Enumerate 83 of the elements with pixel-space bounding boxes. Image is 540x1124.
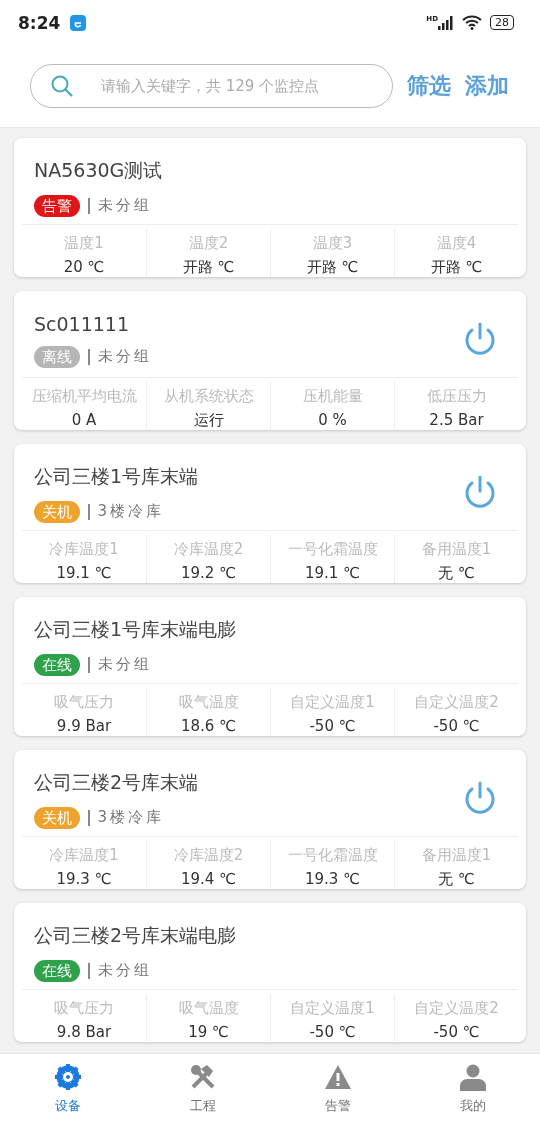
metric-label: 温度1 [64,234,104,253]
clock-time: 8:24 [18,12,61,33]
metric-value: 开路 ℃ [306,258,359,277]
device-card[interactable]: Sc011111 离线 未分组 压缩机平均电流 0 A 从机系统状态 运行 压机能量 0 % 低压压力 2.5 Bar [14,291,526,430]
metric-label: 备用温度1 [421,540,492,559]
metric-value: 开路 ℃ [182,258,235,277]
device-name: 公司三楼1号库末端电膨 [34,616,238,642]
warning-icon [323,1063,352,1091]
metric-label: 备用温度1 [421,846,492,865]
metric-value: 19.1 ℃ [305,564,360,582]
metric-value: -50 ℃ [309,717,356,735]
wifi-icon [462,15,482,30]
metric-label: 从机系统状态 [163,387,254,406]
tab-item[interactable]: 告警 [270,1054,405,1124]
status-badge: 关机 [34,806,80,829]
metric-label: 冷库温度2 [173,540,244,559]
tools-icon [188,1063,217,1091]
metric-label: 吸气压力 [54,999,114,1018]
metric-label: 温度4 [436,234,477,253]
group-label: 未分组 [97,655,152,674]
metric-value: 18.6 ℃ [181,717,236,735]
metric-label: 自定义温度2 [414,693,499,712]
signal-icon [438,15,454,30]
metric-value: 19 ℃ [188,1023,229,1041]
metric-value: 开路 ℃ [430,258,483,277]
status-badge: 离线 [34,345,80,368]
metric-label: 自定义温度1 [290,693,375,712]
device-name: 公司三楼1号库末端 [34,463,200,489]
metric-value: 运行 [193,411,224,430]
device-name: Sc011111 [34,312,131,335]
battery-indicator: 28 [490,15,514,30]
metric-label: 温度2 [188,234,229,253]
metric-label: 压缩机平均电流 [31,387,137,406]
status-badge: 告警 [34,194,80,217]
metric-value: 19.2 ℃ [181,564,236,582]
metric-value: 2.5 Bar [429,411,484,429]
metric-label: 冷库温度1 [49,846,119,865]
search-icon [50,74,74,98]
tab-item[interactable]: 设备 [0,1054,135,1124]
group-label: 未分组 [97,961,152,980]
tab-item[interactable]: 我的 [405,1054,540,1124]
group-label: 3楼冷库 [97,502,165,521]
device-name: NA5630G测试 [34,157,164,183]
metric-label: 冷库温度2 [173,846,244,865]
status-badge: 关机 [34,500,80,523]
metric-label: 压机能量 [302,387,363,406]
metric-value: 19.3 ℃ [305,870,360,888]
device-card[interactable]: 公司三楼1号库末端电膨 在线 未分组 吸气压力 9.9 Bar 吸气温度 18.6 ℃ 自定义温度1 -50 ℃ 自定义温度2 -50 ℃ [14,597,526,736]
metric-value: 9.8 Bar [56,1023,112,1041]
metric-value: 无 ℃ [438,870,475,889]
group-label: 未分组 [97,196,152,215]
group-label: 未分组 [97,347,152,366]
tab-item[interactable]: 工程 [135,1054,270,1124]
metric-value: -50 ℃ [433,1023,480,1041]
metric-label: 吸气压力 [54,693,114,712]
device-name: 公司三楼2号库末端电膨 [34,922,238,948]
metric-value: 0 A [71,411,97,429]
search-field[interactable]: 请输入关键字，共 129 个监控点 [30,64,393,108]
group-label: 3楼冷库 [97,808,165,827]
status-badge: 在线 [34,959,80,982]
metric-label: 自定义温度1 [290,999,375,1018]
metric-label: 吸气温度 [178,693,239,712]
gear-icon [53,1063,82,1091]
person-icon [458,1063,487,1091]
metric-value: 19.1 ℃ [56,564,112,582]
app-notification-icon [70,14,87,31]
metric-value: 0 % [318,411,347,429]
metric-value: -50 ℃ [309,1023,356,1041]
status-badge: 在线 [34,653,80,676]
metric-label: 温度3 [312,234,353,253]
metric-value: 19.3 ℃ [56,870,112,888]
metric-label: 低压压力 [426,387,487,406]
metric-label: 吸气温度 [178,999,239,1018]
device-card[interactable]: 公司三楼2号库末端电膨 在线 未分组 吸气压力 9.8 Bar 吸气温度 19 ℃ 自定义温度1 -50 ℃ 自定义温度2 -50 ℃ [14,903,526,1042]
metric-value: 无 ℃ [438,564,475,583]
metric-label: 自定义温度2 [414,999,499,1018]
metric-value: 20 ℃ [63,258,105,276]
metric-value: 9.9 Bar [56,717,112,735]
metric-value: 19.4 ℃ [181,870,236,888]
metric-value: -50 ℃ [433,717,480,735]
device-name: 公司三楼2号库末端 [34,769,200,795]
metric-label: 冷库温度1 [49,540,119,559]
device-card[interactable]: NA5630G测试 告警 未分组 温度1 20 ℃ 温度2 开路 ℃ 温度3 开路 ℃ 温度4 开路 ℃ [14,138,526,277]
